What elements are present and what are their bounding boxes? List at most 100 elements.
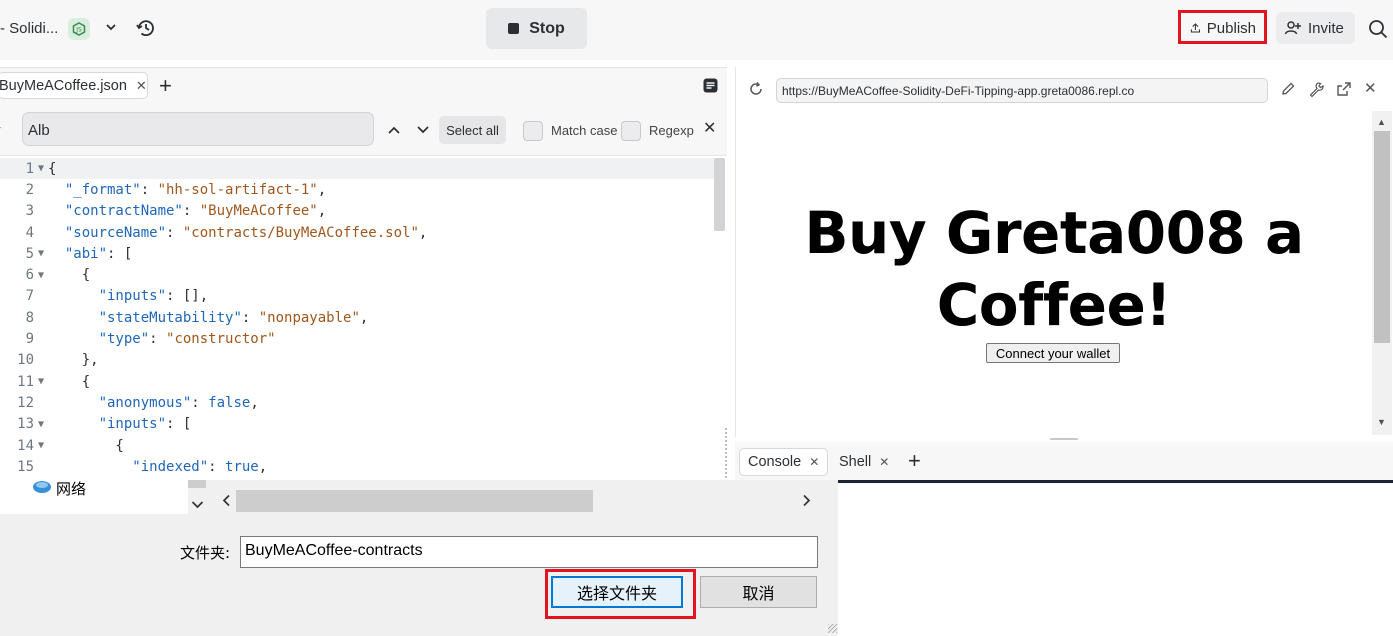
pane-resize-handle[interactable] — [725, 428, 727, 478]
refresh-icon[interactable] — [748, 81, 764, 102]
fold-arrow-icon[interactable]: ▼ — [34, 419, 48, 430]
fold-arrow-icon[interactable]: ▼ — [34, 248, 48, 259]
code-line[interactable]: 3 "contractName": "BuyMeACoffee", — [0, 201, 716, 222]
code-line[interactable]: 1 ▼{ — [0, 158, 716, 180]
add-tab-icon[interactable]: + — [159, 73, 172, 99]
code-token: : — [140, 181, 158, 198]
webview-scrollbar-thumb[interactable] — [1374, 131, 1390, 343]
stop-icon — [508, 23, 520, 34]
chevron-right-icon[interactable]: › — [0, 120, 1, 134]
console-resize-handle[interactable] — [1050, 438, 1078, 440]
tree-chevron-down-icon[interactable] — [191, 497, 204, 515]
cancel-button[interactable]: 取消 — [700, 576, 817, 608]
code-token: "anonymous" — [98, 394, 192, 411]
code-line[interactable]: 6 ▼ { — [0, 265, 716, 286]
code-line[interactable]: 11 ▼ { — [0, 371, 716, 392]
code-token: : — [182, 203, 200, 220]
console-tab[interactable]: Console ✕ — [739, 448, 829, 476]
line-number: 6 — [25, 267, 34, 284]
tree-scrollbar-thumb[interactable] — [188, 480, 206, 488]
close-tab-icon[interactable]: ✕ — [136, 78, 147, 94]
tree-item-network[interactable]: 网络 — [56, 478, 86, 499]
stop-button[interactable]: Stop — [486, 8, 587, 49]
open-new-tab-icon[interactable] — [1336, 81, 1352, 102]
invite-button[interactable]: Invite — [1276, 12, 1355, 44]
close-webview-icon[interactable]: ✕ — [1364, 79, 1377, 97]
folder-name-input[interactable]: BuyMeACoffee-contracts — [240, 536, 818, 568]
find-prev-icon[interactable] — [387, 123, 401, 141]
code-line[interactable]: 12 "anonymous": false, — [0, 392, 716, 413]
select-folder-highlight-box — [545, 569, 696, 619]
connect-wallet-button[interactable]: Connect your wallet — [986, 343, 1120, 363]
line-number: 11 — [17, 373, 34, 390]
code-token: "stateMutability" — [98, 309, 242, 326]
close-console-tab-icon[interactable]: ✕ — [809, 455, 819, 469]
svg-text:JS: JS — [75, 27, 82, 34]
code-token: }, — [48, 352, 99, 369]
close-find-icon[interactable]: ✕ — [703, 118, 716, 138]
search-icon[interactable] — [1368, 19, 1388, 44]
code-line[interactable]: 7 "inputs": [], — [0, 286, 716, 307]
regexp-checkbox[interactable] — [621, 121, 641, 141]
fold-arrow-icon[interactable]: ▼ — [34, 270, 48, 281]
fold-arrow-icon[interactable]: ▼ — [34, 163, 48, 174]
match-case-checkbox[interactable] — [523, 121, 543, 141]
code-line[interactable]: 10 }, — [0, 350, 716, 371]
fold-arrow-icon[interactable]: ▼ — [34, 440, 48, 451]
code-token: "inputs" — [98, 288, 167, 305]
horizontal-scrollbar-thumb[interactable] — [236, 490, 593, 512]
resize-grip-icon[interactable] — [828, 624, 837, 633]
code-line[interactable]: 2 "_format": "hh-sol-artifact-1", — [0, 179, 716, 200]
editor-tab-strip: BuyMeACoffee.json ✕ + — [0, 68, 727, 104]
line-number: 4 — [25, 224, 34, 241]
add-user-icon — [1284, 21, 1301, 35]
chevron-down-icon[interactable] — [104, 20, 118, 39]
editor-scrollbar-thumb[interactable] — [714, 158, 725, 231]
code-token: "sourceName" — [64, 224, 167, 241]
find-next-icon[interactable] — [416, 123, 430, 141]
code-line[interactable]: 14 ▼ { — [0, 435, 716, 456]
code-token: , — [359, 309, 369, 326]
add-console-tab-icon[interactable]: + — [908, 448, 921, 474]
line-number: 5 — [25, 245, 34, 262]
history-icon[interactable] — [135, 17, 157, 44]
scroll-left-icon[interactable] — [222, 494, 231, 512]
wrench-icon[interactable] — [1308, 81, 1324, 102]
code-line[interactable]: 5 ▼ "abi": [ — [0, 243, 716, 264]
code-token: "nonpayable" — [258, 309, 360, 326]
find-input[interactable]: Alb — [22, 112, 374, 146]
scroll-down-arrow-icon[interactable]: ▼ — [1377, 417, 1386, 427]
close-shell-tab-icon[interactable]: ✕ — [879, 455, 889, 469]
project-title[interactable]: - Solidi... — [0, 20, 58, 37]
code-line[interactable]: 15 "indexed": true, — [0, 456, 716, 477]
code-editor-pane: BuyMeACoffee.json ✕ + › Alb Select all M… — [0, 67, 727, 480]
code-token: "indexed" — [132, 458, 209, 475]
line-number: 8 — [25, 309, 34, 326]
scroll-up-arrow-icon[interactable]: ▲ — [1377, 117, 1386, 127]
code-token: , — [317, 181, 327, 198]
code-line[interactable]: 9 "type": "constructor" — [0, 328, 716, 349]
publish-highlight-box — [1178, 10, 1267, 44]
code-line[interactable]: 8 "stateMutability": "nonpayable", — [0, 307, 716, 328]
editor-menu-icon[interactable] — [703, 78, 718, 98]
url-bar[interactable]: https://BuyMeACoffee-Solidity-DeFi-Tippi… — [776, 78, 1268, 103]
edit-pencil-icon[interactable] — [1280, 81, 1296, 102]
file-tab[interactable]: BuyMeACoffee.json ✕ — [0, 72, 148, 99]
fold-arrow-icon[interactable]: ▼ — [34, 376, 48, 387]
code-token: { — [48, 373, 91, 390]
scroll-right-icon[interactable] — [802, 494, 811, 512]
code-line[interactable]: 4 "sourceName": "contracts/BuyMeACoffee.… — [0, 222, 716, 243]
code-line[interactable]: 13 ▼ "inputs": [ — [0, 414, 716, 435]
line-number: 15 — [17, 458, 34, 475]
code-token: , — [258, 458, 268, 475]
shell-tab[interactable]: Shell ✕ — [831, 448, 897, 476]
folder-tree[interactable]: 网络 — [0, 480, 210, 514]
code-area[interactable]: 1 ▼{2 "_format": "hh-sol-artifact-1", 3 "c… — [0, 158, 716, 481]
code-token: , — [418, 224, 428, 241]
select-all-button[interactable]: Select all — [439, 116, 506, 144]
